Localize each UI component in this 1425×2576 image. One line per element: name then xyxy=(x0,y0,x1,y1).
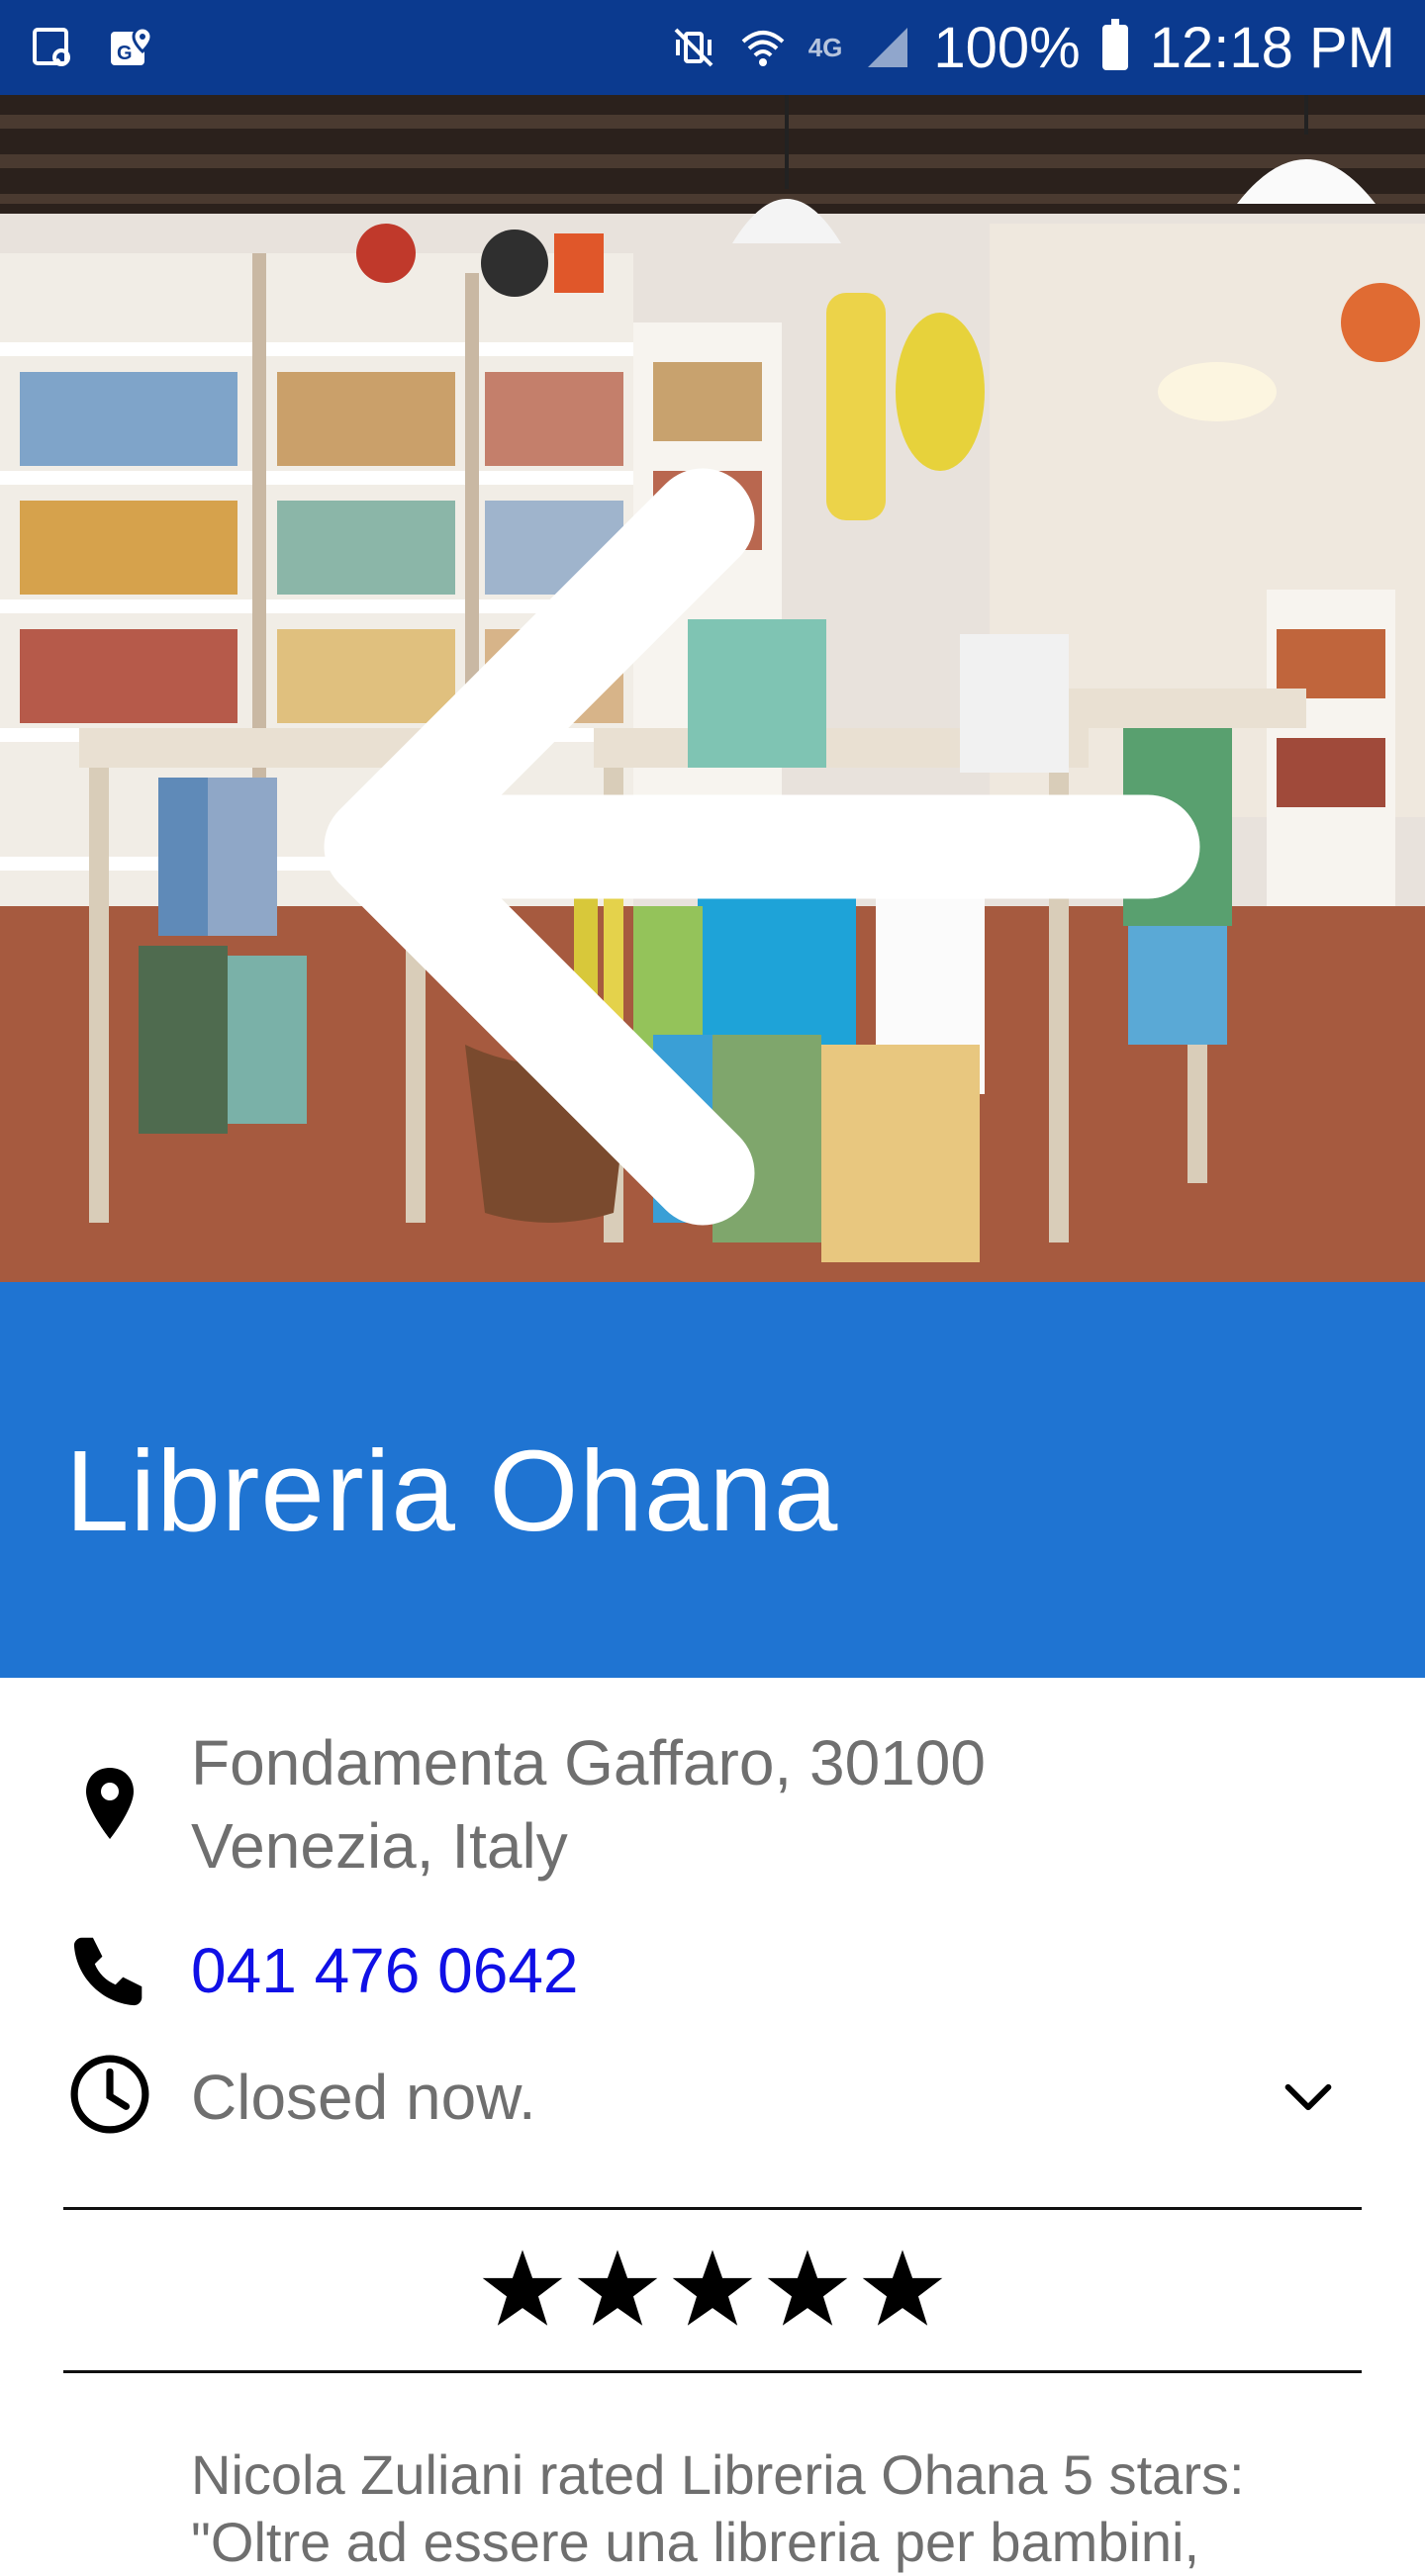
battery-percentage: 100% xyxy=(933,15,1081,80)
back-button[interactable] xyxy=(49,253,1200,1226)
star-icon xyxy=(573,2244,662,2333)
star-icon xyxy=(763,2244,852,2333)
location-pin-icon xyxy=(65,1759,154,1848)
network-type-label: 4G xyxy=(808,32,843,62)
star-icon xyxy=(668,2244,757,2333)
chevron-down-icon[interactable] xyxy=(1269,2058,1348,2137)
svg-text:G: G xyxy=(117,43,133,64)
review-text: Nicola Zuliani rated Libreria Ohana 5 st… xyxy=(191,2441,1359,2576)
divider-top xyxy=(63,2207,1362,2210)
screen-mirror-icon xyxy=(30,24,77,71)
status-left-icons: G xyxy=(30,24,154,71)
star-icon xyxy=(858,2244,947,2333)
signal-icon xyxy=(864,24,911,71)
place-name: Libreria Ohana xyxy=(65,1426,839,1555)
wifi-icon xyxy=(739,24,787,71)
clock-icon xyxy=(65,2050,154,2139)
address-line-1: Fondamenta Gaffaro, 30100 xyxy=(191,1727,986,1798)
vibrate-mute-icon xyxy=(670,24,717,71)
review-line-1: Nicola Zuliani rated Libreria Ohana 5 st… xyxy=(191,2443,1245,2506)
battery-icon xyxy=(1101,19,1128,70)
review-line-2: "Oltre ad essere una libreria per bambin… xyxy=(191,2511,1200,2573)
hours-status: Closed now. xyxy=(191,2062,536,2133)
status-right-icons: 4G 100% 12:18 PM xyxy=(670,15,1395,81)
rating-stars xyxy=(0,2244,1425,2343)
clock-time: 12:18 PM xyxy=(1149,15,1395,80)
phone-icon xyxy=(65,1925,154,2014)
phone-number-link[interactable]: 041 476 0642 xyxy=(191,1929,579,2012)
maps-notification-icon: G xyxy=(107,24,154,71)
divider-bottom xyxy=(63,2370,1362,2373)
status-bar: G 4G 100% 12:18 PM xyxy=(0,0,1425,95)
arrow-left-icon xyxy=(324,468,1200,1226)
star-icon xyxy=(478,2244,567,2333)
place-photo xyxy=(0,95,1425,1282)
address-text: Fondamenta Gaffaro, 30100 Venezia, Italy xyxy=(191,1721,986,1887)
address-line-2: Venezia, Italy xyxy=(191,1810,568,1882)
